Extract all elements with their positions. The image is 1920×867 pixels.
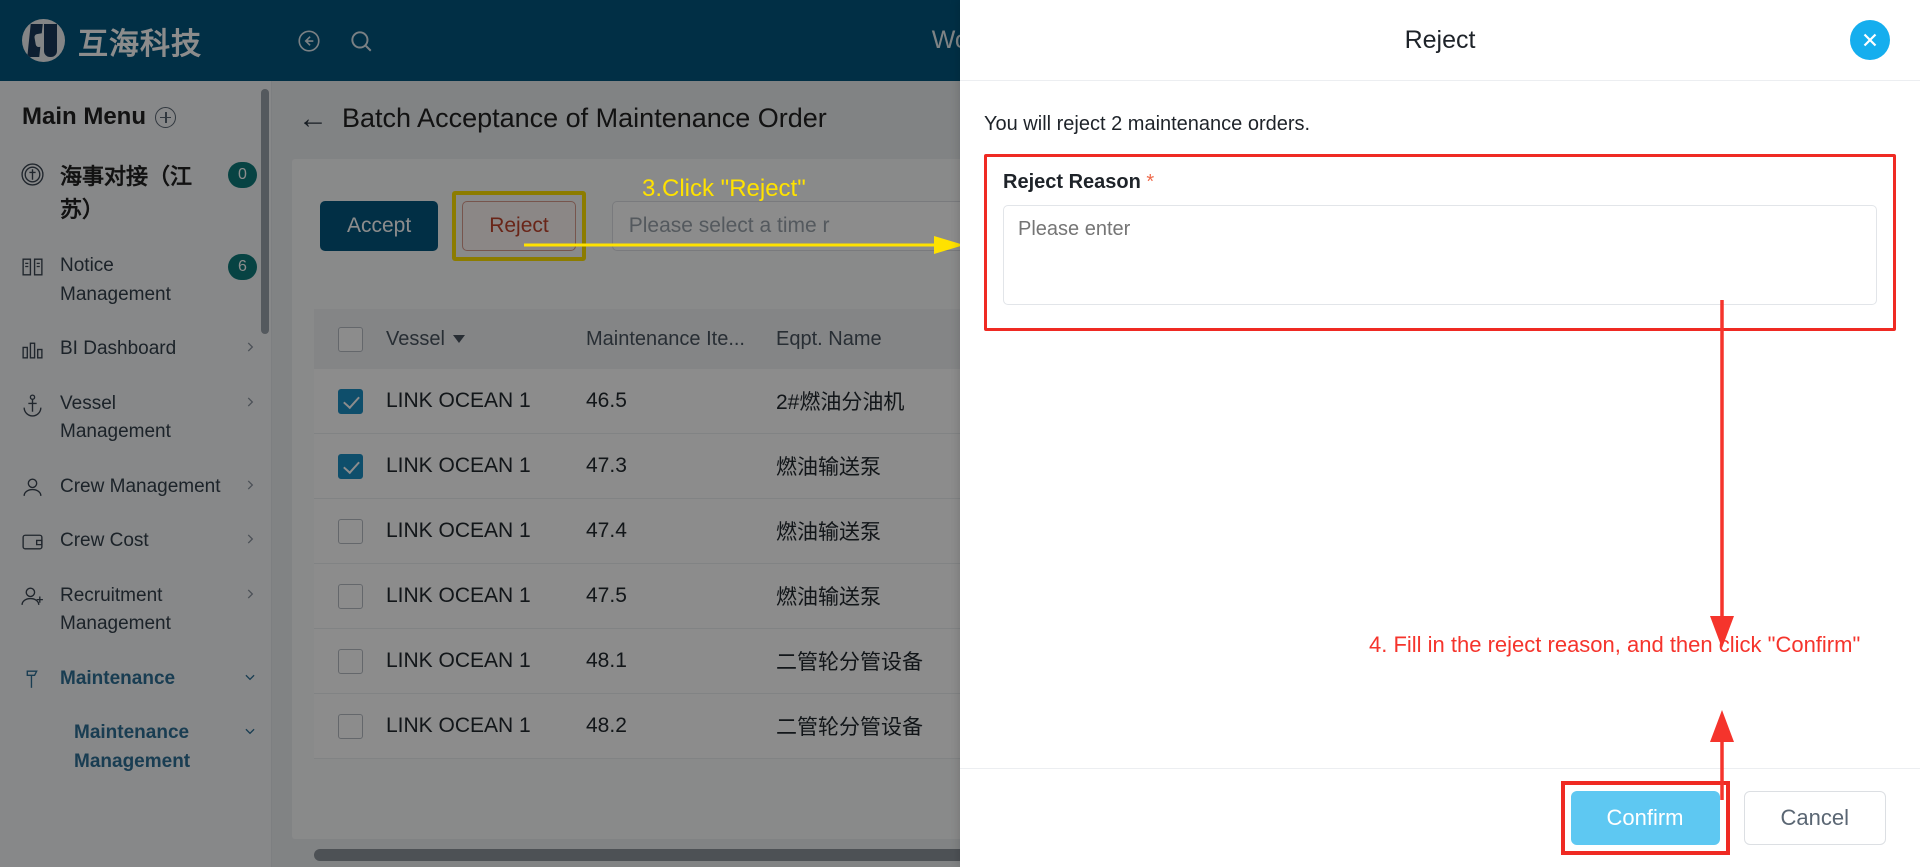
sidebar-item-bi-dashboard[interactable]: BI Dashboard <box>0 322 271 377</box>
sidebar-badge: 0 <box>228 162 257 188</box>
cell-vessel: LINK OCEAN 1 <box>386 519 531 542</box>
brand: 互海科技 <box>0 0 272 81</box>
close-x-icon[interactable] <box>1850 20 1890 60</box>
sidebar-subitem-maintenance-management[interactable]: Maintenance Management <box>0 706 271 789</box>
sidebar-item-label: 海事对接（江苏） <box>60 164 193 222</box>
sidebar-item-maritime[interactable]: 海事对接（江苏） 0 <box>0 147 271 239</box>
hammer-icon <box>18 665 46 692</box>
sidebar-item-crew-management[interactable]: Crew Management <box>0 460 271 515</box>
book-icon <box>18 252 46 279</box>
reject-reason-input[interactable] <box>1003 205 1877 305</box>
chevron-right-icon <box>242 478 257 492</box>
select-all-checkbox <box>337 326 363 352</box>
sidebar-scrollbar[interactable] <box>261 89 269 334</box>
column-header-vessel[interactable]: Vessel <box>386 328 586 351</box>
person-icon <box>18 473 46 500</box>
sidebar-item-maintenance[interactable]: Maintenance <box>0 652 271 707</box>
back-arrow-circle-icon[interactable] <box>294 26 324 56</box>
sidebar-subitem-label: Maintenance Management <box>74 722 191 772</box>
annotation-step4-text: 4. Fill in the reject reason, and then c… <box>1369 632 1861 657</box>
modal-title: Reject <box>1404 25 1476 54</box>
cell-vessel: LINK OCEAN 1 <box>386 584 531 607</box>
required-asterisk: * <box>1146 171 1155 193</box>
search-icon[interactable] <box>346 26 376 56</box>
plus-circle-icon[interactable] <box>155 106 176 128</box>
cancel-button[interactable]: Cancel <box>1743 791 1886 845</box>
sidebar-item-recruitment-management[interactable]: Recruitment Management <box>0 569 271 652</box>
main-menu-header: Main Menu <box>0 81 271 147</box>
chevron-down-icon <box>242 724 257 738</box>
annotation-step3-text: 3.Click "Reject" <box>642 175 806 202</box>
sidebar-item-label: Notice Management <box>60 255 171 305</box>
cell-item: 46.5 <box>586 389 627 412</box>
cell-item: 47.4 <box>586 519 627 542</box>
modal-body: You will reject 2 maintenance orders. Re… <box>960 81 1920 768</box>
sidebar-item-vessel-management[interactable]: Vessel Management <box>0 377 271 460</box>
chevron-right-icon <box>242 587 257 601</box>
modal-header: Reject <box>960 0 1920 81</box>
cell-item: 47.3 <box>586 454 627 477</box>
sidebar-item-label: Maintenance <box>60 667 176 689</box>
company-logo-icon <box>22 19 65 62</box>
row-checkbox <box>337 453 363 479</box>
modal-note: You will reject 2 maintenance orders. <box>984 113 1311 135</box>
sidebar-item-crew-cost[interactable]: Crew Cost <box>0 514 271 569</box>
cell-item: 48.1 <box>586 649 627 672</box>
select-all-checkbox-cell[interactable] <box>314 326 386 352</box>
modal-footer: Confirm Cancel <box>960 768 1920 867</box>
page-title-text: Batch Acceptance of Maintenance Order <box>342 103 827 133</box>
bar-chart-icon <box>18 335 46 362</box>
cell-vessel: LINK OCEAN 1 <box>386 454 531 477</box>
wallet-icon <box>18 527 46 554</box>
sort-caret-icon[interactable] <box>452 335 465 344</box>
sidebar-item-label: Crew Management <box>60 475 221 497</box>
sidebar-item-label: Crew Cost <box>60 530 149 551</box>
anchor-icon <box>18 390 46 417</box>
reject-reason-field-highlight: Reject Reason * <box>984 154 1896 331</box>
sidebar-item-label: Recruitment Management <box>60 584 171 635</box>
main-menu-title: Main Menu <box>22 103 146 130</box>
reject-modal: Reject You will reject 2 maintenance ord… <box>960 0 1920 867</box>
brand-name: 互海科技 <box>78 27 202 61</box>
chevron-down-icon <box>242 670 257 684</box>
cell-vessel: LINK OCEAN 1 <box>386 649 531 672</box>
sidebar-item-label: Vessel Management <box>60 392 171 443</box>
row-checkbox <box>337 388 363 414</box>
screen: Main Menu 海事对接（江苏） 0 Notice Management 6… <box>0 0 1920 867</box>
person-add-icon <box>18 582 46 609</box>
sidebar: Main Menu 海事对接（江苏） 0 Notice Management 6… <box>0 81 272 867</box>
annotation-step3-arrow <box>524 236 964 254</box>
sidebar-item-label: BI Dashboard <box>60 338 177 359</box>
chevron-right-icon <box>242 532 257 546</box>
confirm-button[interactable]: Confirm <box>1570 791 1720 845</box>
accept-button[interactable]: Accept <box>320 201 439 251</box>
chevron-right-icon <box>242 340 257 354</box>
cell-item: 47.5 <box>586 584 627 607</box>
sidebar-badge: 6 <box>228 254 257 280</box>
row-checkbox <box>337 583 363 609</box>
maritime-seal-icon <box>18 160 46 187</box>
confirm-button-highlight: Confirm <box>1560 781 1730 855</box>
reject-reason-label: Reject Reason * <box>1003 171 1155 193</box>
sidebar-item-notice-management[interactable]: Notice Management 6 <box>0 239 271 322</box>
cell-vessel: LINK OCEAN 1 <box>386 714 531 737</box>
column-header-maintenance-item[interactable]: Maintenance Ite... <box>586 328 776 351</box>
cell-vessel: LINK OCEAN 1 <box>386 389 531 412</box>
row-checkbox <box>337 518 363 544</box>
arrow-left-icon[interactable]: ← <box>298 103 328 134</box>
cell-item: 48.2 <box>586 714 627 737</box>
row-checkbox <box>337 648 363 674</box>
chevron-right-icon <box>242 395 257 409</box>
row-checkbox <box>337 713 363 739</box>
